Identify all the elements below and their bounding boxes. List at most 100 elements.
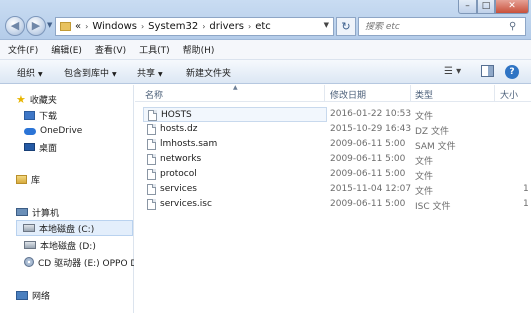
file-date: 2015-11-04 12:07	[330, 184, 412, 194]
menu-help[interactable]: 帮助(H)	[183, 43, 215, 56]
computer-icon	[16, 208, 28, 216]
file-date: 2015-10-29 16:43	[330, 124, 412, 134]
file-type: 文件	[415, 112, 434, 122]
file-list: 名称 ▲ 修改日期 类型 大小 HOSTS 2016-01-22 10:53 文…	[135, 84, 531, 313]
file-size: 1	[523, 184, 529, 194]
column-type[interactable]: 类型	[415, 88, 433, 101]
nav-onedrive-label: OneDrive	[40, 126, 83, 136]
menu-file[interactable]: 文件(F)	[8, 43, 38, 56]
change-view-icon[interactable]: ☰ ▾	[444, 66, 461, 77]
preview-pane-icon[interactable]	[481, 65, 494, 77]
refresh-button[interactable]: ↻	[336, 17, 356, 36]
hard-drive-icon	[23, 224, 35, 232]
file-date: 2009-06-11 5:00	[330, 169, 406, 179]
chevron-down-icon: ▼	[158, 71, 163, 78]
chevron-right-icon: ›	[85, 22, 89, 31]
nav-disk-c[interactable]: 本地磁盘 (C:)	[16, 220, 133, 236]
file-icon	[147, 154, 156, 165]
file-date: 2009-06-11 5:00	[330, 139, 406, 149]
help-icon[interactable]: ?	[505, 65, 519, 79]
breadcrumb-windows[interactable]: Windows	[92, 21, 137, 32]
refresh-icon: ↻	[341, 20, 351, 33]
file-row[interactable]: services 2015-11-04 12:07 文件 1	[143, 182, 531, 197]
organize-label: 组织	[17, 69, 36, 79]
breadcrumb-drivers[interactable]: drivers	[209, 21, 244, 32]
file-row[interactable]: services.isc 2009-06-11 5:00 ISC 文件 1	[143, 197, 531, 212]
chevron-down-icon: ▼	[38, 71, 43, 78]
folder-icon	[60, 22, 71, 31]
close-button[interactable]: ✕	[495, 0, 529, 14]
file-name: lmhosts.sam	[160, 139, 218, 149]
file-row[interactable]: networks 2009-06-11 5:00 文件	[143, 152, 531, 167]
maximize-icon: □	[481, 1, 491, 11]
include-in-library-button[interactable]: 包含到库中 ▼	[64, 66, 117, 79]
nav-network-label: 网络	[32, 291, 51, 302]
library-icon	[16, 174, 27, 184]
column-date[interactable]: 修改日期	[330, 88, 366, 101]
desktop-icon	[24, 143, 35, 151]
back-arrow-icon: ◀	[10, 19, 20, 32]
chevron-right-icon[interactable]: ›	[248, 22, 251, 31]
file-row[interactable]: protocol 2009-06-11 5:00 文件	[143, 167, 531, 182]
downloads-folder-icon	[24, 110, 35, 120]
chevron-right-icon[interactable]: ›	[202, 22, 205, 31]
address-bar[interactable]: « › Windows › System32 › drivers › etc ▼	[55, 17, 334, 36]
organize-button[interactable]: 组织 ▼	[17, 66, 43, 79]
breadcrumb-etc[interactable]: etc	[255, 21, 271, 32]
file-name: hosts.dz	[160, 124, 198, 134]
nav-libraries[interactable]: 库	[16, 171, 149, 187]
nav-computer[interactable]: 计算机	[16, 204, 149, 220]
address-overflow[interactable]: «	[75, 21, 81, 32]
chevron-right-icon[interactable]: ›	[141, 22, 144, 31]
nav-network[interactable]: 网络	[16, 287, 149, 303]
maximize-button[interactable]: □	[477, 0, 495, 14]
share-button[interactable]: 共享 ▼	[137, 66, 163, 79]
search-icon[interactable]: ⚲	[509, 21, 516, 32]
minimize-icon: –	[465, 1, 470, 11]
nav-disk-d-label: 本地磁盘 (D:)	[40, 241, 96, 252]
breadcrumb-system32[interactable]: System32	[148, 21, 198, 32]
file-icon	[147, 169, 156, 180]
menu-view[interactable]: 查看(V)	[95, 43, 126, 56]
star-icon: ★	[16, 92, 26, 106]
file-type: ISC 文件	[415, 202, 451, 212]
nav-disk-c-label: 本地磁盘 (C:)	[39, 224, 95, 235]
menu-edit[interactable]: 编辑(E)	[51, 43, 82, 56]
file-row[interactable]: hosts.dz 2015-10-29 16:43 DZ 文件	[143, 122, 531, 137]
close-icon: ✕	[508, 1, 516, 11]
new-folder-button[interactable]: 新建文件夹	[186, 66, 231, 79]
file-type: DZ 文件	[415, 127, 449, 137]
nav-computer-label: 计算机	[32, 208, 60, 219]
column-divider[interactable]	[494, 85, 495, 102]
include-label: 包含到库中	[64, 69, 110, 79]
address-history-chevron-icon[interactable]: ▼	[324, 21, 329, 29]
column-divider[interactable]	[324, 85, 325, 102]
search-box[interactable]: ⚲	[358, 17, 526, 36]
nav-favorites[interactable]: ★ 收藏夹	[16, 91, 149, 107]
column-size[interactable]: 大小	[500, 88, 518, 101]
recent-pages-chevron-icon[interactable]: ▼	[47, 21, 52, 29]
nav-cd-drive-label: CD 驱动器 (E:) OPPO D	[38, 258, 134, 269]
file-name: networks	[160, 154, 202, 164]
minimize-button[interactable]: –	[458, 0, 477, 14]
file-name: services	[160, 184, 197, 194]
nav-desktop-label: 桌面	[39, 143, 58, 154]
nav-cd-drive[interactable]: CD 驱动器 (E:) OPPO D	[24, 254, 134, 270]
file-date: 2009-06-11 5:00	[330, 154, 406, 164]
forward-button[interactable]: ▶	[26, 16, 46, 36]
file-date: 2009-06-11 5:00	[330, 199, 406, 209]
search-input[interactable]	[365, 21, 505, 32]
column-name[interactable]: 名称	[145, 88, 163, 101]
column-divider[interactable]	[410, 85, 411, 102]
file-type: 文件	[415, 157, 434, 167]
navigation-pane: ★ 收藏夹 下载 OneDrive 桌面 库 计算机 本地磁盘 (C:) 本地磁…	[0, 85, 134, 313]
hard-drive-icon	[24, 241, 36, 249]
file-row[interactable]: lmhosts.sam 2009-06-11 5:00 SAM 文件	[143, 137, 531, 152]
back-button[interactable]: ◀	[5, 16, 25, 36]
menu-tools[interactable]: 工具(T)	[139, 43, 170, 56]
file-name: services.isc	[160, 199, 212, 209]
nav-libraries-label: 库	[31, 175, 41, 186]
file-icon	[147, 139, 156, 150]
cloud-icon	[24, 127, 36, 135]
file-name: protocol	[160, 169, 197, 179]
